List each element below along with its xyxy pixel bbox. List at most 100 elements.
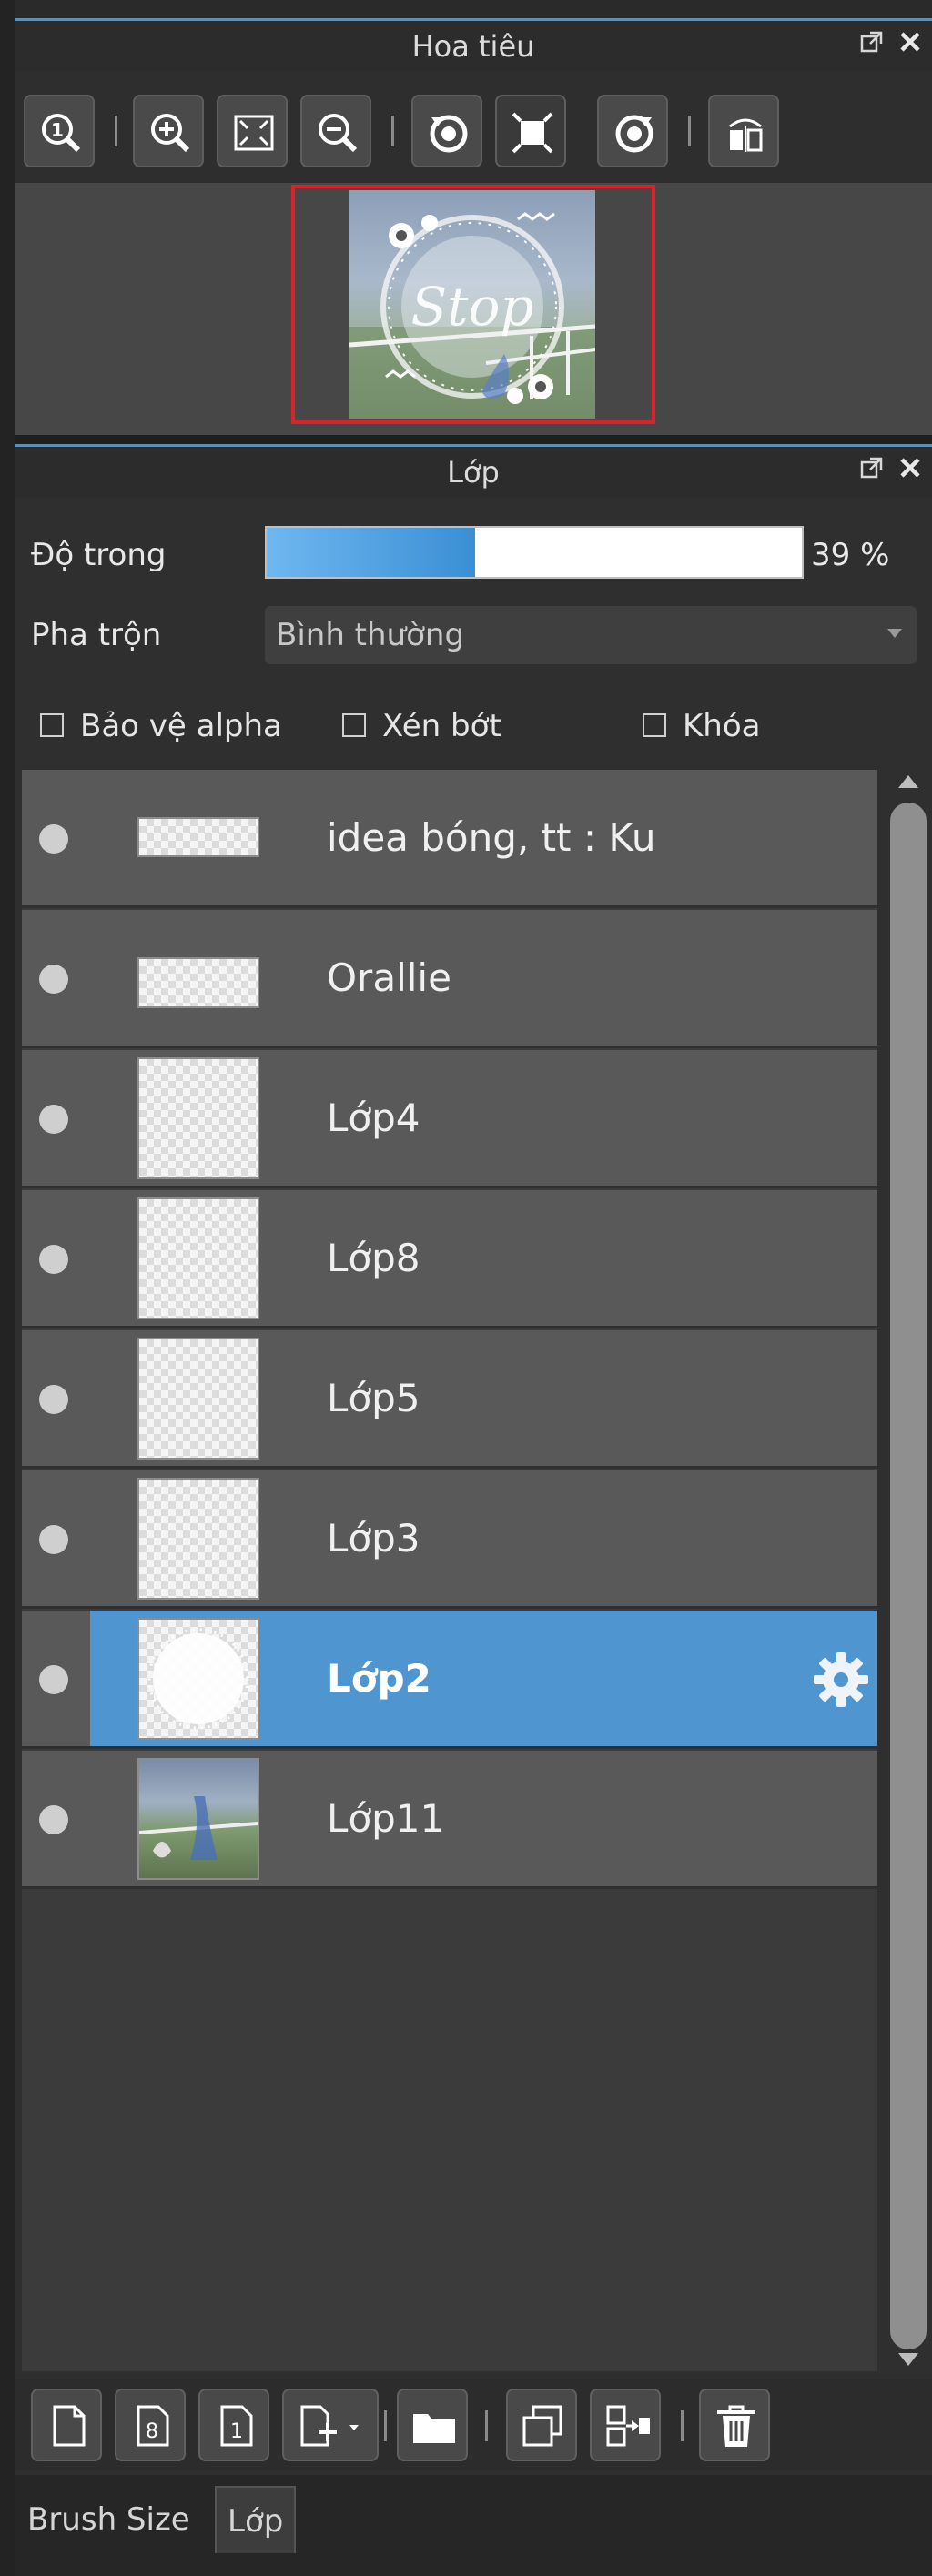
checkbox-box[interactable] <box>40 713 64 737</box>
visibility-toggle[interactable] <box>39 1245 68 1274</box>
zoom-actual-icon: 1 <box>42 114 81 153</box>
preview-watermark-text: Stop <box>410 276 533 338</box>
layer-name: Lớp2 <box>327 1656 431 1701</box>
tab-brush-size[interactable]: Brush Size <box>16 2486 201 2553</box>
navigator-preview[interactable]: Stop <box>15 183 932 435</box>
layer-thumbnail <box>137 1338 259 1460</box>
merge-layer-icon <box>606 2405 650 2447</box>
zoom-in-button[interactable] <box>133 95 204 167</box>
layer-thumbnail <box>137 1618 259 1740</box>
navigator-title: Hoa tiêu <box>15 21 932 72</box>
opacity-slider[interactable] <box>265 526 804 579</box>
protect-alpha-label: Bảo vệ alpha <box>80 708 282 744</box>
new-8bit-layer-icon: 8 <box>137 2405 169 2447</box>
visibility-toggle[interactable] <box>39 824 68 854</box>
opacity-label: Độ trong <box>31 537 167 573</box>
layer-list: idea bóng, tt : Ku Orallie Lớp4 Lớp8 Lớp… <box>22 770 877 2371</box>
zoom-out-icon <box>319 114 358 153</box>
toolbar-separator <box>681 2410 684 2441</box>
layer-name: Lớp8 <box>327 1236 420 1280</box>
layer-row[interactable]: Lớp8 <box>22 1190 877 1328</box>
delete-layer-icon <box>717 2405 755 2447</box>
svg-text:1: 1 <box>51 119 64 141</box>
visibility-toggle[interactable] <box>39 1105 68 1134</box>
layer-thumbnail <box>137 817 259 857</box>
navigator-toolbar: 1 <box>15 72 932 199</box>
add-layer-menu-icon <box>300 2405 359 2447</box>
layer-list-scrollbar[interactable] <box>884 770 932 2371</box>
layer-name: Lớp5 <box>327 1376 420 1420</box>
new-folder-button[interactable] <box>397 2389 468 2461</box>
canvas-thumbnail: Stop <box>350 190 595 419</box>
zoom-in-icon <box>151 114 190 153</box>
new-1bit-layer-icon: 1 <box>220 2405 253 2447</box>
layer-row[interactable]: idea bóng, tt : Ku <box>22 770 877 908</box>
navigator-panel: Hoa tiêu 1 Stop <box>15 18 932 435</box>
preview-viewport-frame[interactable]: Stop <box>291 185 655 424</box>
fit-screen-button[interactable] <box>217 95 288 167</box>
chevron-down-icon <box>887 629 902 638</box>
new-1bit-layer-button[interactable]: 1 <box>198 2389 269 2461</box>
gear-icon[interactable] <box>810 1649 872 1714</box>
duplicate-layer-button[interactable] <box>506 2389 577 2461</box>
layer-thumbnail-photo <box>137 1758 259 1880</box>
layer-thumbnail <box>137 957 259 1008</box>
tab-layer[interactable]: Lớp <box>215 2486 297 2553</box>
delete-layer-button[interactable] <box>699 2389 770 2461</box>
checkbox-box[interactable] <box>643 713 666 737</box>
rotate-right-button[interactable] <box>597 95 668 167</box>
merge-layer-button[interactable] <box>590 2389 661 2461</box>
blend-mode-value: Bình thường <box>276 617 465 653</box>
scroll-up-arrow-icon[interactable] <box>898 775 918 788</box>
layer-row[interactable]: Orallie <box>22 910 877 1048</box>
scrollbar-thumb[interactable] <box>890 803 927 2349</box>
popout-icon[interactable] <box>856 29 888 62</box>
layer-name: Lớp11 <box>327 1796 445 1841</box>
blend-mode-label: Pha trộn <box>31 617 162 653</box>
scroll-down-arrow-icon[interactable] <box>898 2353 918 2366</box>
add-layer-menu-button[interactable] <box>282 2389 379 2461</box>
new-layer-button[interactable] <box>31 2389 102 2461</box>
visibility-toggle[interactable] <box>39 965 68 994</box>
layer-name: Lớp4 <box>327 1096 420 1140</box>
layer-row[interactable]: Lớp3 <box>22 1470 877 1609</box>
opacity-slider-fill <box>267 528 476 577</box>
layer-row-selected[interactable]: Lớp2 <box>90 1611 877 1749</box>
rotate-right-icon <box>615 115 653 153</box>
zoom-actual-button[interactable]: 1 <box>24 95 95 167</box>
rotate-left-button[interactable] <box>411 95 482 167</box>
clipping-label: Xén bớt <box>382 708 501 744</box>
toolbar-separator <box>688 116 691 146</box>
opacity-value: 39 % <box>811 537 890 573</box>
svg-text:1: 1 <box>230 2420 243 2443</box>
layer-thumbnail <box>137 1478 259 1600</box>
window-top-strip <box>0 0 932 18</box>
visibility-toggle[interactable] <box>39 1525 68 1554</box>
layer-row[interactable]: Lớp11 <box>22 1751 877 1889</box>
duplicate-layer-icon <box>522 2405 562 2447</box>
close-icon[interactable] <box>894 455 927 488</box>
close-icon[interactable] <box>894 29 927 62</box>
flip-horizontal-icon <box>729 118 763 152</box>
visibility-toggle[interactable] <box>39 1385 68 1414</box>
layer-row[interactable]: Lớp4 <box>22 1050 877 1188</box>
checkbox-box[interactable] <box>342 713 366 737</box>
fit-window-button[interactable] <box>495 95 566 167</box>
zoom-out-button[interactable] <box>300 95 371 167</box>
popout-icon[interactable] <box>856 455 888 488</box>
layer-visibility-cell[interactable] <box>22 1611 90 1749</box>
layer-name: idea bóng, tt : Ku <box>327 815 656 860</box>
visibility-toggle[interactable] <box>39 1665 68 1694</box>
layer-row[interactable]: Lớp5 <box>22 1330 877 1469</box>
blend-mode-select[interactable]: Bình thường <box>265 606 917 664</box>
visibility-toggle[interactable] <box>39 1805 68 1834</box>
layer-panel-title: Lớp <box>15 447 932 498</box>
layer-name: Lớp3 <box>327 1516 420 1561</box>
rotate-left-icon <box>430 115 468 153</box>
layer-thumbnail <box>137 1197 259 1319</box>
flip-horizontal-button[interactable] <box>708 95 779 167</box>
window-left-edge <box>0 0 15 2576</box>
panel-tabs: Brush Size Lớp <box>15 2475 932 2576</box>
layer-name: Orallie <box>327 955 451 1000</box>
new-8bit-layer-button[interactable]: 8 <box>115 2389 186 2461</box>
